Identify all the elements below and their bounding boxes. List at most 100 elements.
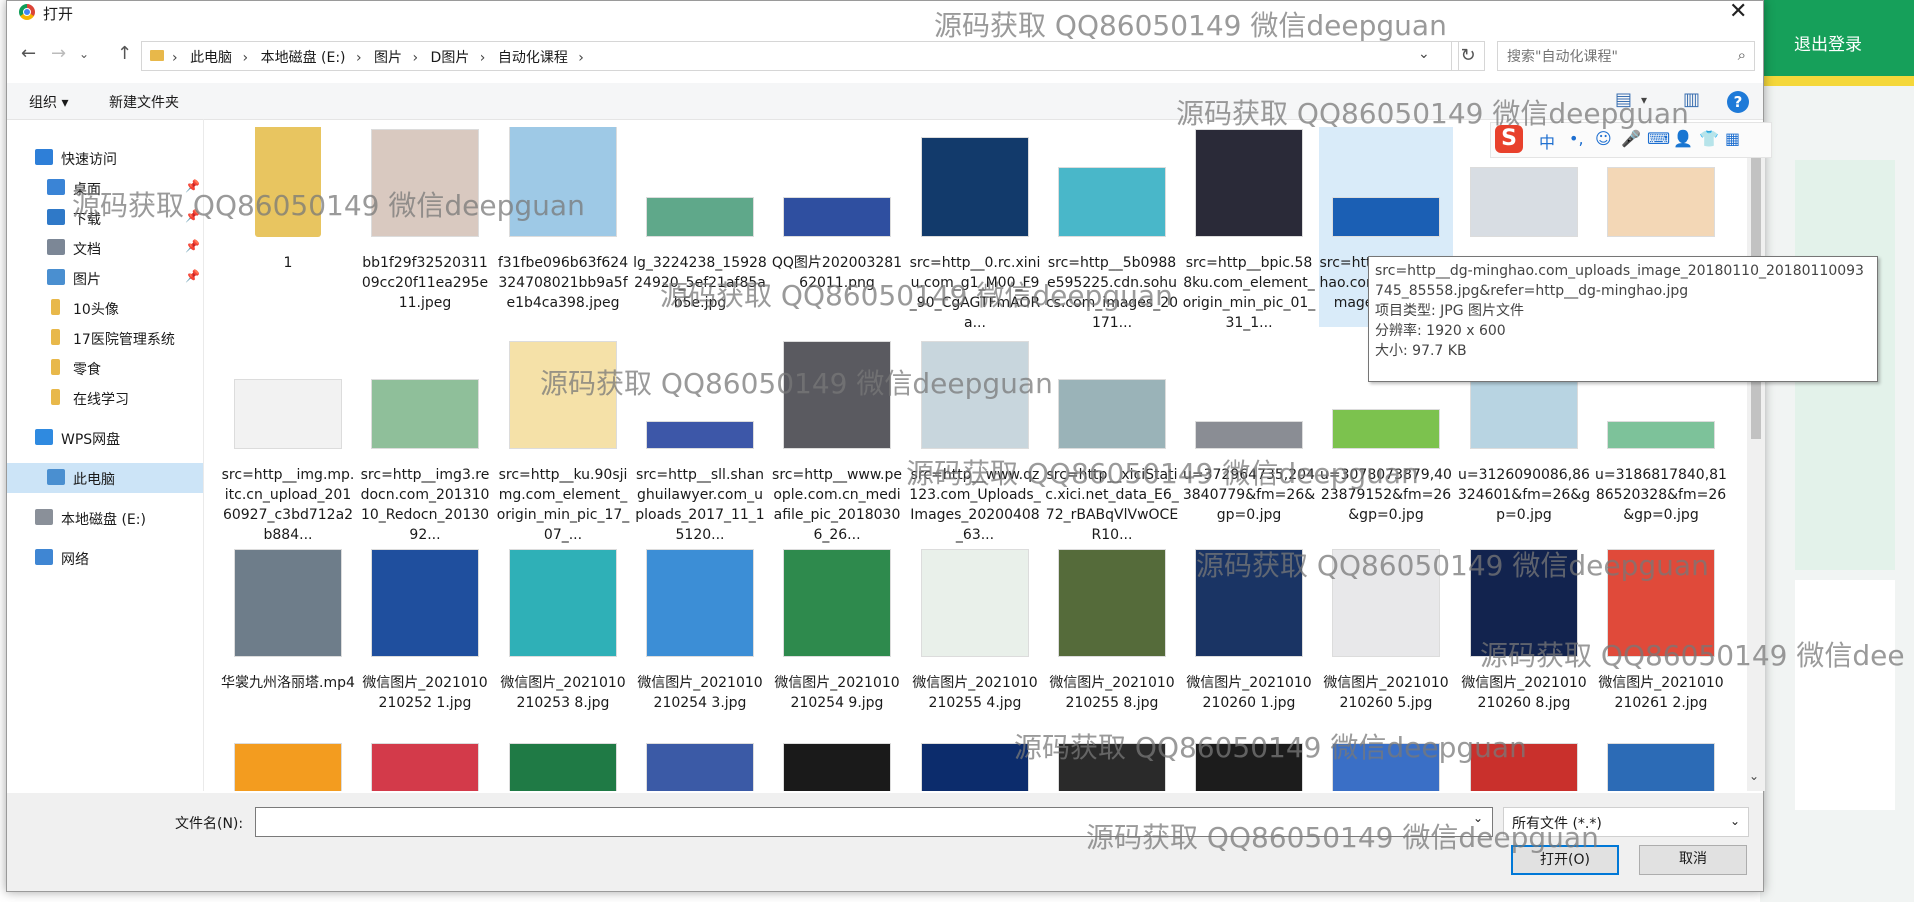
file-item[interactable]: src=http__sll.shanghuilawyer.com_uploads… xyxy=(633,339,767,543)
breadcrumb-local-disk[interactable]: 本地磁盘 (E:) xyxy=(261,50,346,66)
refresh-icon[interactable]: ↻ xyxy=(1451,41,1485,71)
recent-locations-chevron-icon[interactable]: ⌄ xyxy=(79,47,89,61)
skin-icon[interactable]: 👕 xyxy=(1699,129,1719,148)
file-item[interactable]: 微信图片_2021010210252 1.jpg xyxy=(358,547,492,747)
sidebar-item[interactable]: 桌面 📌 xyxy=(7,173,203,203)
input-mode-toggle[interactable]: 中 xyxy=(1539,129,1555,153)
punctuation-icon[interactable]: •, xyxy=(1569,129,1584,148)
file-item[interactable]: u=372964735,2043840779&fm=26&gp=0.jpg xyxy=(1182,339,1316,539)
up-arrow-icon[interactable]: ↑ xyxy=(117,43,132,64)
file-item[interactable]: 微信图片_2021010210261 2.jpg xyxy=(1594,547,1728,747)
preview-pane-icon[interactable]: ▥ xyxy=(1683,89,1700,110)
logout-link[interactable]: 退出登录 xyxy=(1794,30,1862,55)
file-type-select[interactable]: 所有文件 (*.*) ⌄ xyxy=(1503,807,1749,837)
close-icon[interactable]: ✕ xyxy=(1729,0,1747,24)
sidebar-item[interactable]: 网络 xyxy=(7,543,203,573)
file-item[interactable]: 微信图片_2021010210255 8.jpg xyxy=(1045,547,1179,747)
file-item[interactable] xyxy=(1457,733,1591,791)
sidebar-item[interactable]: 零食 xyxy=(7,353,203,383)
file-item[interactable]: QQ图片20200328162011.png xyxy=(770,127,904,327)
file-item[interactable]: src=http__0.rc.xiniu.com_g1_M00_F9_90_Cg… xyxy=(908,127,1042,331)
sidebar-item[interactable]: 17医院管理系统 xyxy=(7,323,203,353)
file-item[interactable]: 微信图片_2021010210260 5.jpg xyxy=(1319,547,1453,747)
file-item[interactable]: src=http__5b0988e595225.cdn.sohucs.com_i… xyxy=(1045,127,1179,331)
emoji-icon[interactable]: ☺ xyxy=(1595,129,1612,148)
file-item[interactable]: 微信图片_2021010210254 9.jpg xyxy=(770,547,904,747)
file-item[interactable]: 1 xyxy=(221,127,355,327)
file-item[interactable]: src=http__ku.90sjimg.com_element_origin_… xyxy=(496,339,630,543)
file-item[interactable] xyxy=(1594,733,1728,791)
breadcrumb-d-pictures[interactable]: D图片 xyxy=(431,50,470,66)
new-folder-button[interactable]: 新建文件夹 xyxy=(109,92,179,112)
file-item[interactable]: src=http__www.people.com.cn_mediafile_pi… xyxy=(770,339,904,543)
pane-divider[interactable] xyxy=(203,119,204,791)
file-item[interactable] xyxy=(1182,733,1316,791)
sidebar-item[interactable]: 下载 📌 xyxy=(7,203,203,233)
chevron-down-icon[interactable]: ⌄ xyxy=(1418,46,1430,62)
pin-icon[interactable]: 📌 xyxy=(185,239,200,253)
toolbox-icon[interactable]: ▦ xyxy=(1725,129,1740,148)
sidebar-item[interactable]: 快速访问 xyxy=(7,143,203,173)
file-thumbnail xyxy=(783,197,891,237)
sidebar-item[interactable]: 本地磁盘 (E:) xyxy=(7,503,203,533)
file-item[interactable] xyxy=(633,733,767,791)
keyboard-icon[interactable]: ⌨ xyxy=(1647,129,1670,148)
forward-arrow-icon[interactable]: → xyxy=(51,43,66,64)
file-item[interactable] xyxy=(221,733,355,791)
vertical-scrollbar[interactable] xyxy=(1747,127,1765,791)
file-item[interactable] xyxy=(908,733,1042,791)
file-item[interactable]: src=http__bpic.588ku.com_element_origin_… xyxy=(1182,127,1316,331)
download-icon xyxy=(47,209,65,225)
sidebar-item[interactable]: 图片 📌 xyxy=(7,263,203,293)
pin-icon[interactable]: 📌 xyxy=(185,209,200,223)
breadcrumb-automation-course[interactable]: 自动化课程 xyxy=(498,50,568,66)
file-item[interactable]: 华裳九州洛丽塔.mp4 xyxy=(221,547,355,747)
file-thumbnail xyxy=(371,743,479,791)
scroll-down-icon[interactable]: ⌄ xyxy=(1749,769,1759,783)
file-item[interactable]: bb1f29f3252031109cc20f11ea295e11.jpeg xyxy=(358,127,492,327)
file-item[interactable]: src=http__img.mp.itc.cn_upload_20160927_… xyxy=(221,339,355,543)
user-icon[interactable]: 👤 xyxy=(1673,129,1693,148)
pin-icon[interactable]: 📌 xyxy=(185,179,200,193)
filename-history-chevron-icon[interactable]: ⌄ xyxy=(1473,811,1483,825)
file-item[interactable] xyxy=(1319,733,1453,791)
address-bar[interactable]: › 此电脑 › 本地磁盘 (E:) › 图片 › D图片 › 自动化课程 › ⌄ xyxy=(141,41,1459,71)
search-box[interactable]: ⌕ xyxy=(1497,41,1755,72)
search-input[interactable] xyxy=(1498,42,1729,72)
file-item[interactable] xyxy=(358,733,492,791)
cancel-button[interactable]: 取消 xyxy=(1639,845,1747,875)
file-item[interactable]: 微信图片_2021010210260 1.jpg xyxy=(1182,547,1316,747)
search-icon[interactable]: ⌕ xyxy=(1738,46,1746,64)
file-item[interactable]: f31fbe096b63f624324708021bb9a5fe1b4ca398… xyxy=(496,127,630,327)
file-item[interactable]: 微信图片_2021010210260 8.jpg xyxy=(1457,547,1591,747)
sidebar-item[interactable]: 文档 📌 xyxy=(7,233,203,263)
help-icon[interactable]: ? xyxy=(1727,91,1749,113)
file-item[interactable] xyxy=(496,733,630,791)
file-item[interactable]: 微信图片_2021010210254 3.jpg xyxy=(633,547,767,747)
file-item[interactable]: src=http__img3.redocn.com_20131010_Redoc… xyxy=(358,339,492,543)
view-options-chevron-icon[interactable]: ▾ xyxy=(1641,93,1647,107)
sogou-logo-icon[interactable]: S xyxy=(1495,125,1523,153)
file-item[interactable]: src=http__xiciStatic.xici.net_data_E6_72… xyxy=(1045,339,1179,543)
sidebar-item[interactable]: 此电脑 xyxy=(7,463,203,493)
file-item[interactable]: src=http__www.qz123.com_Uploads_Images_2… xyxy=(908,339,1042,543)
file-thumbnail xyxy=(1195,421,1303,449)
file-item[interactable]: 微信图片_2021010210253 8.jpg xyxy=(496,547,630,747)
sidebar-item[interactable]: 10头像 xyxy=(7,293,203,323)
sidebar-item[interactable]: 在线学习 xyxy=(7,383,203,413)
view-options-icon[interactable]: ▤ xyxy=(1615,89,1632,110)
file-item[interactable]: 微信图片_2021010210255 4.jpg xyxy=(908,547,1042,747)
pin-icon[interactable]: 📌 xyxy=(185,269,200,283)
back-arrow-icon[interactable]: ← xyxy=(21,43,36,64)
sidebar-item[interactable]: WPS网盘 xyxy=(7,423,203,453)
filename-input[interactable] xyxy=(255,807,1493,837)
file-item[interactable] xyxy=(1045,733,1179,791)
file-item[interactable]: lg_3224238_1592824920_5ef21af85ab5e.jpg xyxy=(633,127,767,327)
file-name: lg_3224238_1592824920_5ef21af85ab5e.jpg xyxy=(633,255,767,311)
breadcrumb-pictures[interactable]: 图片 xyxy=(374,50,402,66)
open-button[interactable]: 打开(O) xyxy=(1511,845,1619,875)
breadcrumb-this-pc[interactable]: 此电脑 xyxy=(190,50,232,66)
organize-menu[interactable]: 组织 ▾ xyxy=(29,92,68,112)
microphone-icon[interactable]: 🎤 xyxy=(1621,129,1641,148)
file-item[interactable] xyxy=(770,733,904,791)
